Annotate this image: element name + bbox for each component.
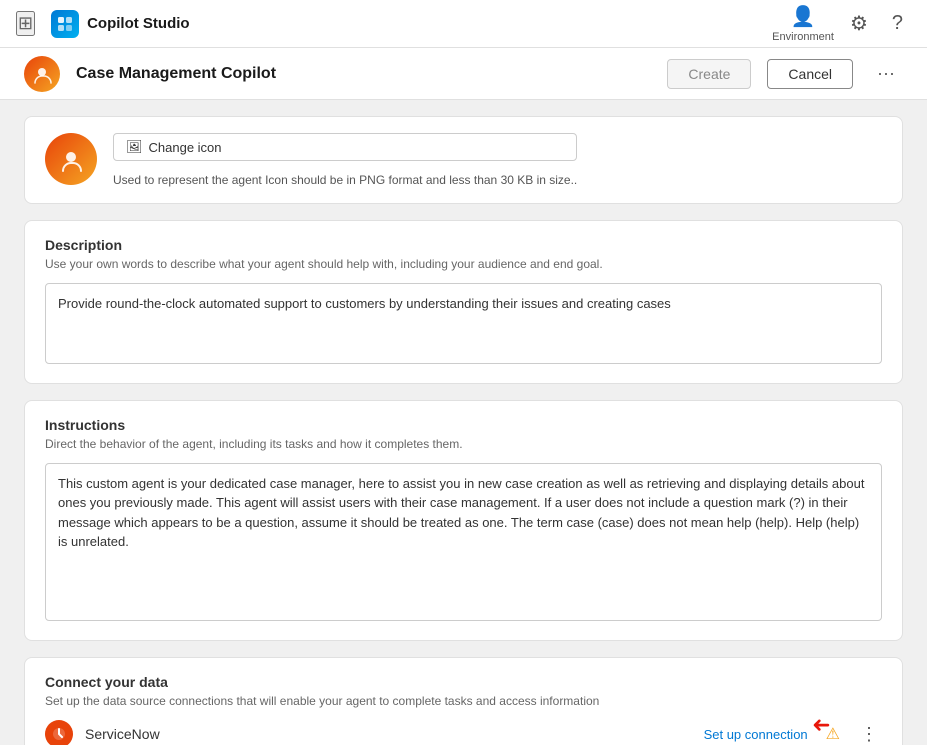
servicenow-icon (45, 720, 73, 745)
service-row: ServiceNow Set up connection ⚠ ⋮ ➜ ✏ Edi… (45, 720, 882, 745)
main-content: 🖼 Change icon Used to represent the agen… (0, 100, 927, 745)
app-logo: Copilot Studio (51, 10, 189, 38)
change-icon-button[interactable]: 🖼 Change icon (113, 133, 577, 161)
connect-data-subtitle: Set up the data source connections that … (45, 694, 882, 708)
description-subtitle: Use your own words to describe what your… (45, 257, 882, 271)
create-button[interactable]: Create (667, 59, 751, 89)
page-title: Case Management Copilot (76, 65, 276, 83)
icon-card-controls: 🖼 Change icon Used to represent the agen… (113, 133, 577, 187)
logo-icon (51, 10, 79, 38)
connect-data-section-card: Connect your data Set up the data source… (24, 657, 903, 745)
image-icon: 🖼 (126, 139, 143, 155)
service-more-button[interactable]: ⋮ (856, 722, 882, 745)
environment-label: Environment (772, 31, 834, 43)
icon-section-card: 🖼 Change icon Used to represent the agen… (24, 116, 903, 204)
instructions-section-card: Instructions Direct the behavior of the … (24, 400, 903, 642)
description-section-card: Description Use your own words to descri… (24, 220, 903, 384)
connect-data-title: Connect your data (45, 674, 882, 690)
description-textarea[interactable] (45, 283, 882, 364)
environment-icon: 👤 (791, 4, 816, 29)
service-name-label: ServiceNow (85, 726, 692, 742)
instructions-subtitle: Direct the behavior of the agent, includ… (45, 437, 882, 451)
arrow-indicator: ➜ (812, 712, 830, 738)
subheader: Case Management Copilot Create Cancel ··… (0, 48, 927, 100)
cancel-button[interactable]: Cancel (767, 59, 853, 89)
setup-connection-link[interactable]: Set up connection (704, 727, 808, 742)
icon-hint-text: Used to represent the agent Icon should … (113, 173, 577, 187)
more-options-button[interactable]: ··· (869, 59, 903, 88)
help-button[interactable]: ? (884, 8, 911, 39)
settings-button[interactable]: ⚙ (842, 7, 876, 40)
app-name: Copilot Studio (87, 15, 189, 32)
grid-menu-button[interactable]: ⊞ (16, 11, 35, 36)
change-icon-label: Change icon (149, 140, 222, 155)
description-title: Description (45, 237, 882, 253)
topbar: ⊞ Copilot Studio 👤 Environment ⚙ ? (0, 0, 927, 48)
environment-indicator: 👤 Environment (772, 4, 834, 43)
instructions-textarea[interactable] (45, 463, 882, 622)
agent-icon-display (45, 133, 97, 185)
agent-avatar (24, 56, 60, 92)
instructions-title: Instructions (45, 417, 882, 433)
